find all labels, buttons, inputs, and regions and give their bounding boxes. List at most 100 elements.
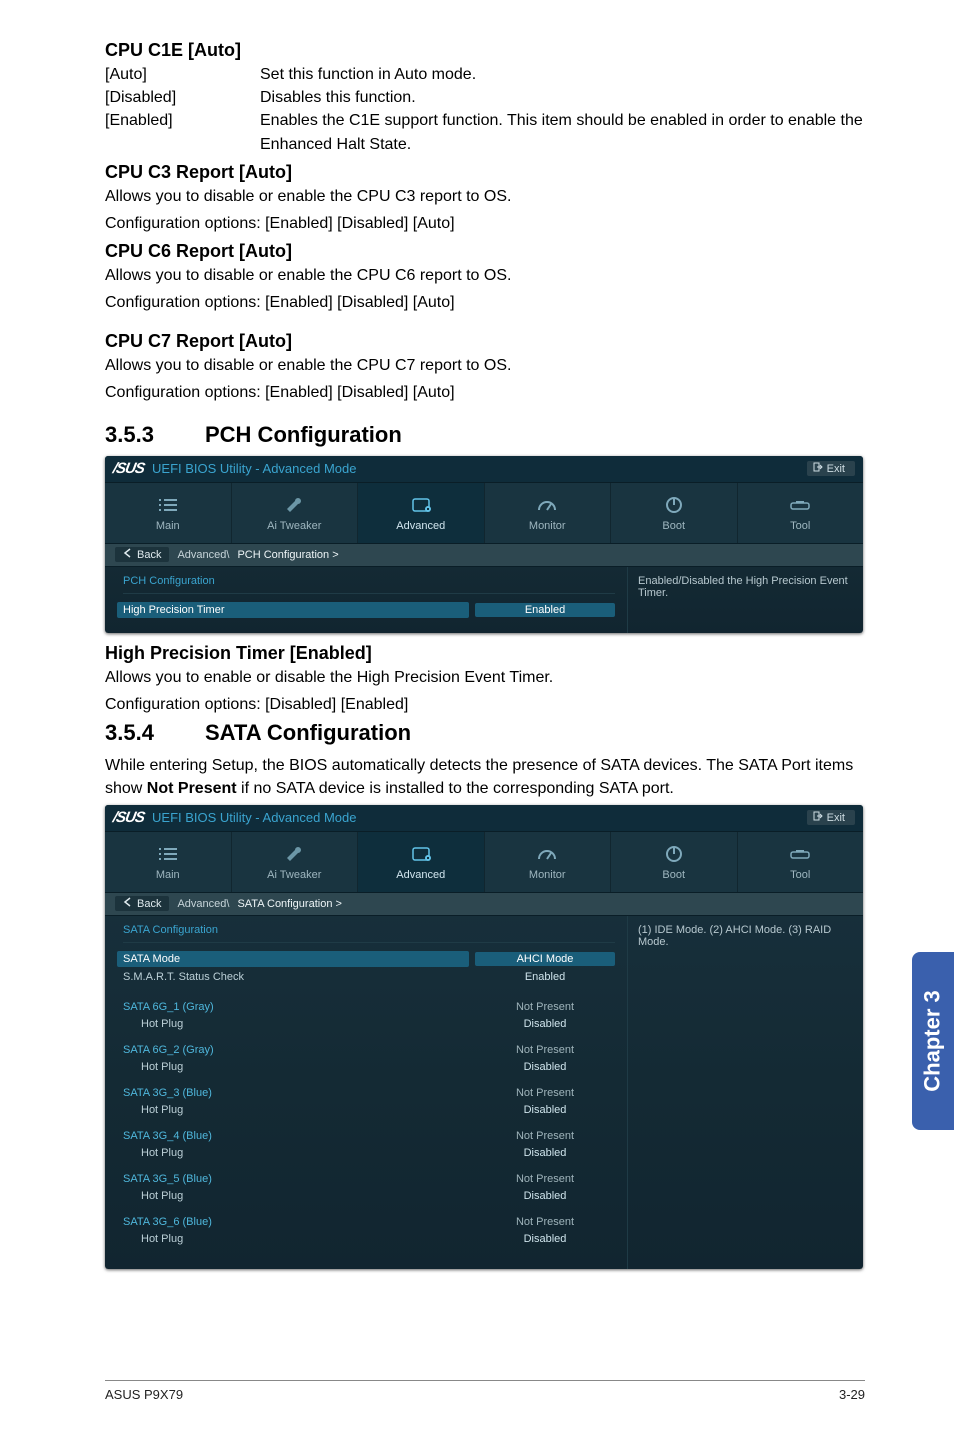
heading-cpu-c7: CPU C7 Report [Auto] xyxy=(105,331,865,352)
power-icon xyxy=(664,843,684,865)
bios-title: UEFI BIOS Utility - Advanced Mode xyxy=(152,461,356,476)
cpu-c6-desc: Allows you to disable or enable the CPU … xyxy=(105,264,865,287)
exit-button[interactable]: Exit xyxy=(807,810,855,825)
hotplug-label: Hot Plug xyxy=(123,1190,475,1202)
tab-tool[interactable]: Tool xyxy=(738,483,864,543)
section-3-5-4-heading: 3.5.4SATA Configuration xyxy=(105,720,865,746)
hotplug-value: Disabled xyxy=(475,1232,615,1246)
gauge-icon xyxy=(536,843,558,865)
back-arrow-icon xyxy=(123,548,133,561)
port-status: Not Present xyxy=(475,1172,615,1186)
bios-panel-sata: /SUS UEFI BIOS Utility - Advanced Mode E… xyxy=(105,805,863,1269)
bios-help-text: Enabled/Disabled the High Precision Even… xyxy=(638,575,853,599)
bios-row-hot-plug[interactable]: Hot PlugDisabled xyxy=(123,1103,615,1117)
bios-row-hot-plug[interactable]: Hot PlugDisabled xyxy=(123,1017,615,1031)
hotplug-label: Hot Plug xyxy=(123,1104,475,1116)
row-label: SATA Mode xyxy=(117,951,469,967)
bios-help-panel: (1) IDE Mode. (2) AHCI Mode. (3) RAID Mo… xyxy=(627,916,863,1269)
option-key: [Auto] xyxy=(105,63,260,86)
cpu-c7-opts: Configuration options: [Enabled] [Disabl… xyxy=(105,381,865,404)
tab-label: Boot xyxy=(662,520,685,532)
port-name: SATA 6G_1 (Gray) xyxy=(123,1001,475,1013)
cpu-c7-desc: Allows you to disable or enable the CPU … xyxy=(105,354,865,377)
bios-row-sata-port: SATA 3G_5 (Blue)Not Present xyxy=(123,1172,615,1186)
sata-port-block: SATA 3G_5 (Blue)Not Present Hot PlugDisa… xyxy=(123,1172,615,1203)
cpu-c3-opts: Configuration options: [Enabled] [Disabl… xyxy=(105,212,865,235)
bios-row-high-precision-timer[interactable]: High Precision Timer Enabled xyxy=(123,602,615,618)
tab-main[interactable]: Main xyxy=(105,832,232,892)
hotplug-value: Disabled xyxy=(475,1146,615,1160)
hotplug-label: Hot Plug xyxy=(123,1018,475,1030)
hpt-desc: Allows you to enable or disable the High… xyxy=(105,666,865,689)
section-title: PCH Configuration xyxy=(205,422,402,447)
option-row: [Disabled] Disables this function. xyxy=(105,86,865,109)
sata-intro-bold: Not Present xyxy=(147,780,237,797)
option-row: [Auto] Set this function in Auto mode. xyxy=(105,63,865,86)
tab-tool[interactable]: Tool xyxy=(738,832,864,892)
bios-row-smart-status[interactable]: S.M.A.R.T. Status Check Enabled xyxy=(123,970,615,984)
bios-row-hot-plug[interactable]: Hot PlugDisabled xyxy=(123,1189,615,1203)
port-status: Not Present xyxy=(475,1043,615,1057)
row-label: S.M.A.R.T. Status Check xyxy=(123,971,475,983)
tab-advanced[interactable]: Advanced xyxy=(358,483,485,543)
option-value: Disables this function. xyxy=(260,86,865,109)
tab-monitor[interactable]: Monitor xyxy=(485,483,612,543)
tab-label: Ai Tweaker xyxy=(267,520,321,532)
breadcrumb-item[interactable]: PCH Configuration > xyxy=(237,549,338,561)
footer-right: 3-29 xyxy=(839,1387,865,1402)
bios-row-sata-port: SATA 3G_6 (Blue)Not Present xyxy=(123,1215,615,1229)
tab-ai-tweaker[interactable]: Ai Tweaker xyxy=(232,483,359,543)
tab-monitor[interactable]: Monitor xyxy=(485,832,612,892)
tab-label: Tool xyxy=(790,520,810,532)
bios-row-sata-mode[interactable]: SATA Mode AHCI Mode xyxy=(123,951,615,967)
bios-row-hot-plug[interactable]: Hot PlugDisabled xyxy=(123,1146,615,1160)
sata-port-block: SATA 6G_2 (Gray)Not Present Hot PlugDisa… xyxy=(123,1043,615,1074)
wrench-icon xyxy=(283,843,305,865)
tab-label: Advanced xyxy=(396,869,445,881)
breadcrumb-item[interactable]: SATA Configuration > xyxy=(237,898,341,910)
sata-port-block: SATA 3G_6 (Blue)Not Present Hot PlugDisa… xyxy=(123,1215,615,1246)
section-number: 3.5.3 xyxy=(105,422,205,448)
section-title: SATA Configuration xyxy=(205,720,411,745)
hpt-opts: Configuration options: [Disabled] [Enabl… xyxy=(105,693,865,716)
tab-advanced[interactable]: Advanced xyxy=(358,832,485,892)
bios-row-sata-port: SATA 3G_4 (Blue)Not Present xyxy=(123,1129,615,1143)
tab-label: Main xyxy=(156,520,180,532)
section-number: 3.5.4 xyxy=(105,720,205,746)
cpu-c1e-options: [Auto] Set this function in Auto mode. [… xyxy=(105,63,865,156)
back-arrow-icon xyxy=(123,897,133,910)
hotplug-label: Hot Plug xyxy=(123,1147,475,1159)
port-name: SATA 3G_3 (Blue) xyxy=(123,1087,475,1099)
port-name: SATA 3G_4 (Blue) xyxy=(123,1130,475,1142)
list-icon xyxy=(157,843,179,865)
port-status: Not Present xyxy=(475,1086,615,1100)
tab-label: Ai Tweaker xyxy=(267,869,321,881)
bios-row-sata-port: SATA 3G_3 (Blue)Not Present xyxy=(123,1086,615,1100)
bios-tabs: Main Ai Tweaker Advanced Monitor Boot xyxy=(105,483,863,544)
heading-high-precision-timer: High Precision Timer [Enabled] xyxy=(105,643,865,664)
tab-label: Monitor xyxy=(529,520,566,532)
port-status: Not Present xyxy=(475,1215,615,1229)
exit-button[interactable]: Exit xyxy=(807,461,855,476)
option-value: Set this function in Auto mode. xyxy=(260,63,865,86)
chip-icon xyxy=(408,843,434,865)
bios-row-hot-plug[interactable]: Hot PlugDisabled xyxy=(123,1060,615,1074)
tab-main[interactable]: Main xyxy=(105,483,232,543)
back-button[interactable]: Back xyxy=(115,547,169,562)
bios-titlebar: /SUS UEFI BIOS Utility - Advanced Mode E… xyxy=(105,456,863,483)
sata-port-block: SATA 3G_3 (Blue)Not Present Hot PlugDisa… xyxy=(123,1086,615,1117)
bios-panel-pch: /SUS UEFI BIOS Utility - Advanced Mode E… xyxy=(105,456,863,633)
bios-row-sata-port: SATA 6G_1 (Gray)Not Present xyxy=(123,1000,615,1014)
tab-ai-tweaker[interactable]: Ai Tweaker xyxy=(232,832,359,892)
bios-title: UEFI BIOS Utility - Advanced Mode xyxy=(152,810,356,825)
sata-intro: While entering Setup, the BIOS automatic… xyxy=(105,754,865,800)
bios-row-hot-plug[interactable]: Hot PlugDisabled xyxy=(123,1232,615,1246)
heading-cpu-c1e: CPU C1E [Auto] xyxy=(105,40,865,61)
tool-icon xyxy=(788,494,812,516)
list-icon xyxy=(157,494,179,516)
bios-breadcrumb: Back Advanced\ PCH Configuration > xyxy=(105,544,863,567)
chip-icon xyxy=(408,494,434,516)
tab-boot[interactable]: Boot xyxy=(611,832,738,892)
tab-boot[interactable]: Boot xyxy=(611,483,738,543)
back-button[interactable]: Back xyxy=(115,896,169,911)
